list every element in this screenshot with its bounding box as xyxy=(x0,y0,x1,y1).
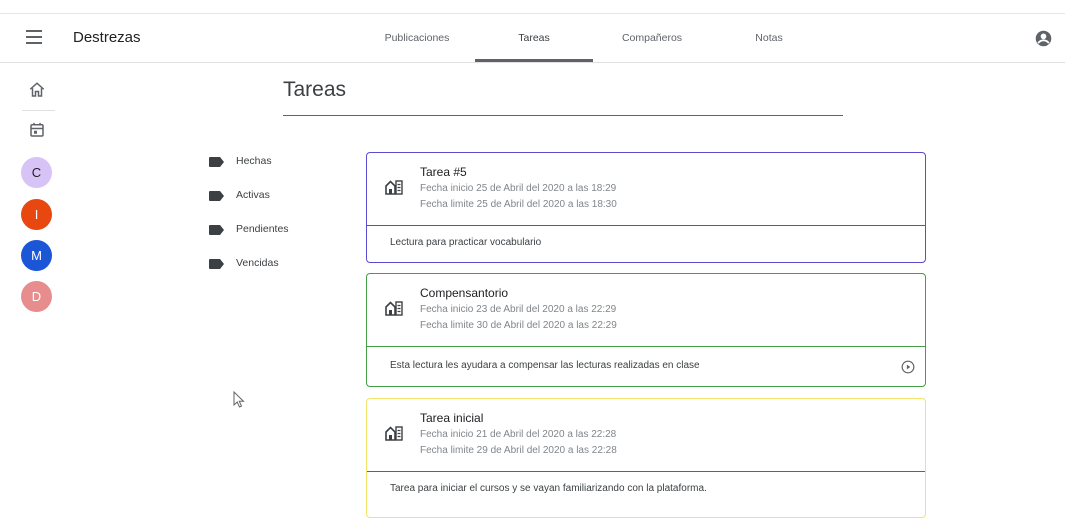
avatar-m[interactable]: M xyxy=(21,240,52,271)
filter-label: Hechas xyxy=(236,155,272,167)
avatar-d[interactable]: D xyxy=(21,281,52,312)
assignment-icon xyxy=(385,180,403,195)
label-icon xyxy=(209,191,224,201)
tab-publicaciones[interactable]: Publicaciones xyxy=(372,14,462,62)
filter-label: Pendientes xyxy=(236,223,289,235)
label-icon xyxy=(209,259,224,269)
task-start-date: Fecha inicio 21 de Abril del 2020 a las … xyxy=(420,429,617,440)
avatar-c[interactable]: C xyxy=(21,157,52,188)
mouse-cursor-icon xyxy=(233,391,245,408)
menu-icon[interactable] xyxy=(26,30,42,44)
task-card[interactable]: Compensantorio Fecha inicio 23 de Abril … xyxy=(366,273,926,387)
app-header: Destrezas Publicaciones Tareas Compañero… xyxy=(0,14,1065,63)
avatar-i[interactable]: I xyxy=(21,199,52,230)
filter-label: Activas xyxy=(236,189,270,201)
play-circle-icon[interactable] xyxy=(901,360,915,374)
task-title: Compensantorio xyxy=(420,286,509,300)
tab-notas[interactable]: Notas xyxy=(738,14,800,62)
task-description: Tarea para iniciar el cursos y se vayan … xyxy=(390,483,707,494)
task-title: Tarea inicial xyxy=(420,411,484,425)
assignment-icon xyxy=(385,426,403,441)
task-due-date: Fecha limite 30 de Abril del 2020 a las … xyxy=(420,320,617,331)
task-start-date: Fecha inicio 25 de Abril del 2020 a las … xyxy=(420,183,617,194)
page-title: Tareas xyxy=(283,78,347,101)
task-card-header: Tarea inicial Fecha inicio 21 de Abril d… xyxy=(367,399,925,472)
assignment-icon xyxy=(385,301,403,316)
filter-label: Vencidas xyxy=(236,257,279,269)
label-icon xyxy=(209,157,224,167)
tab-companeros[interactable]: Compañeros xyxy=(607,14,697,62)
tab-tareas[interactable]: Tareas xyxy=(475,14,593,62)
active-tab-indicator xyxy=(475,59,593,62)
title-underline xyxy=(283,115,843,116)
home-icon[interactable] xyxy=(28,81,46,99)
task-card[interactable]: Tarea inicial Fecha inicio 21 de Abril d… xyxy=(366,398,926,518)
app-title: Destrezas xyxy=(73,29,141,46)
task-title: Tarea #5 xyxy=(420,165,467,179)
task-card-header: Compensantorio Fecha inicio 23 de Abril … xyxy=(367,274,925,347)
task-card-header: Tarea #5 Fecha inicio 25 de Abril del 20… xyxy=(367,153,925,226)
task-description: Esta lectura les ayudara a compensar las… xyxy=(390,360,700,371)
account-circle-icon[interactable] xyxy=(1035,30,1052,47)
rail-divider xyxy=(22,110,55,111)
task-due-date: Fecha limite 25 de Abril del 2020 a las … xyxy=(420,199,617,210)
task-description: Lectura para practicar vocabulario xyxy=(390,237,542,248)
label-icon xyxy=(209,225,224,235)
task-start-date: Fecha inicio 23 de Abril del 2020 a las … xyxy=(420,304,617,315)
task-due-date: Fecha limite 29 de Abril del 2020 a las … xyxy=(420,445,617,456)
task-card[interactable]: Tarea #5 Fecha inicio 25 de Abril del 20… xyxy=(366,152,926,263)
calendar-icon[interactable] xyxy=(28,121,46,139)
